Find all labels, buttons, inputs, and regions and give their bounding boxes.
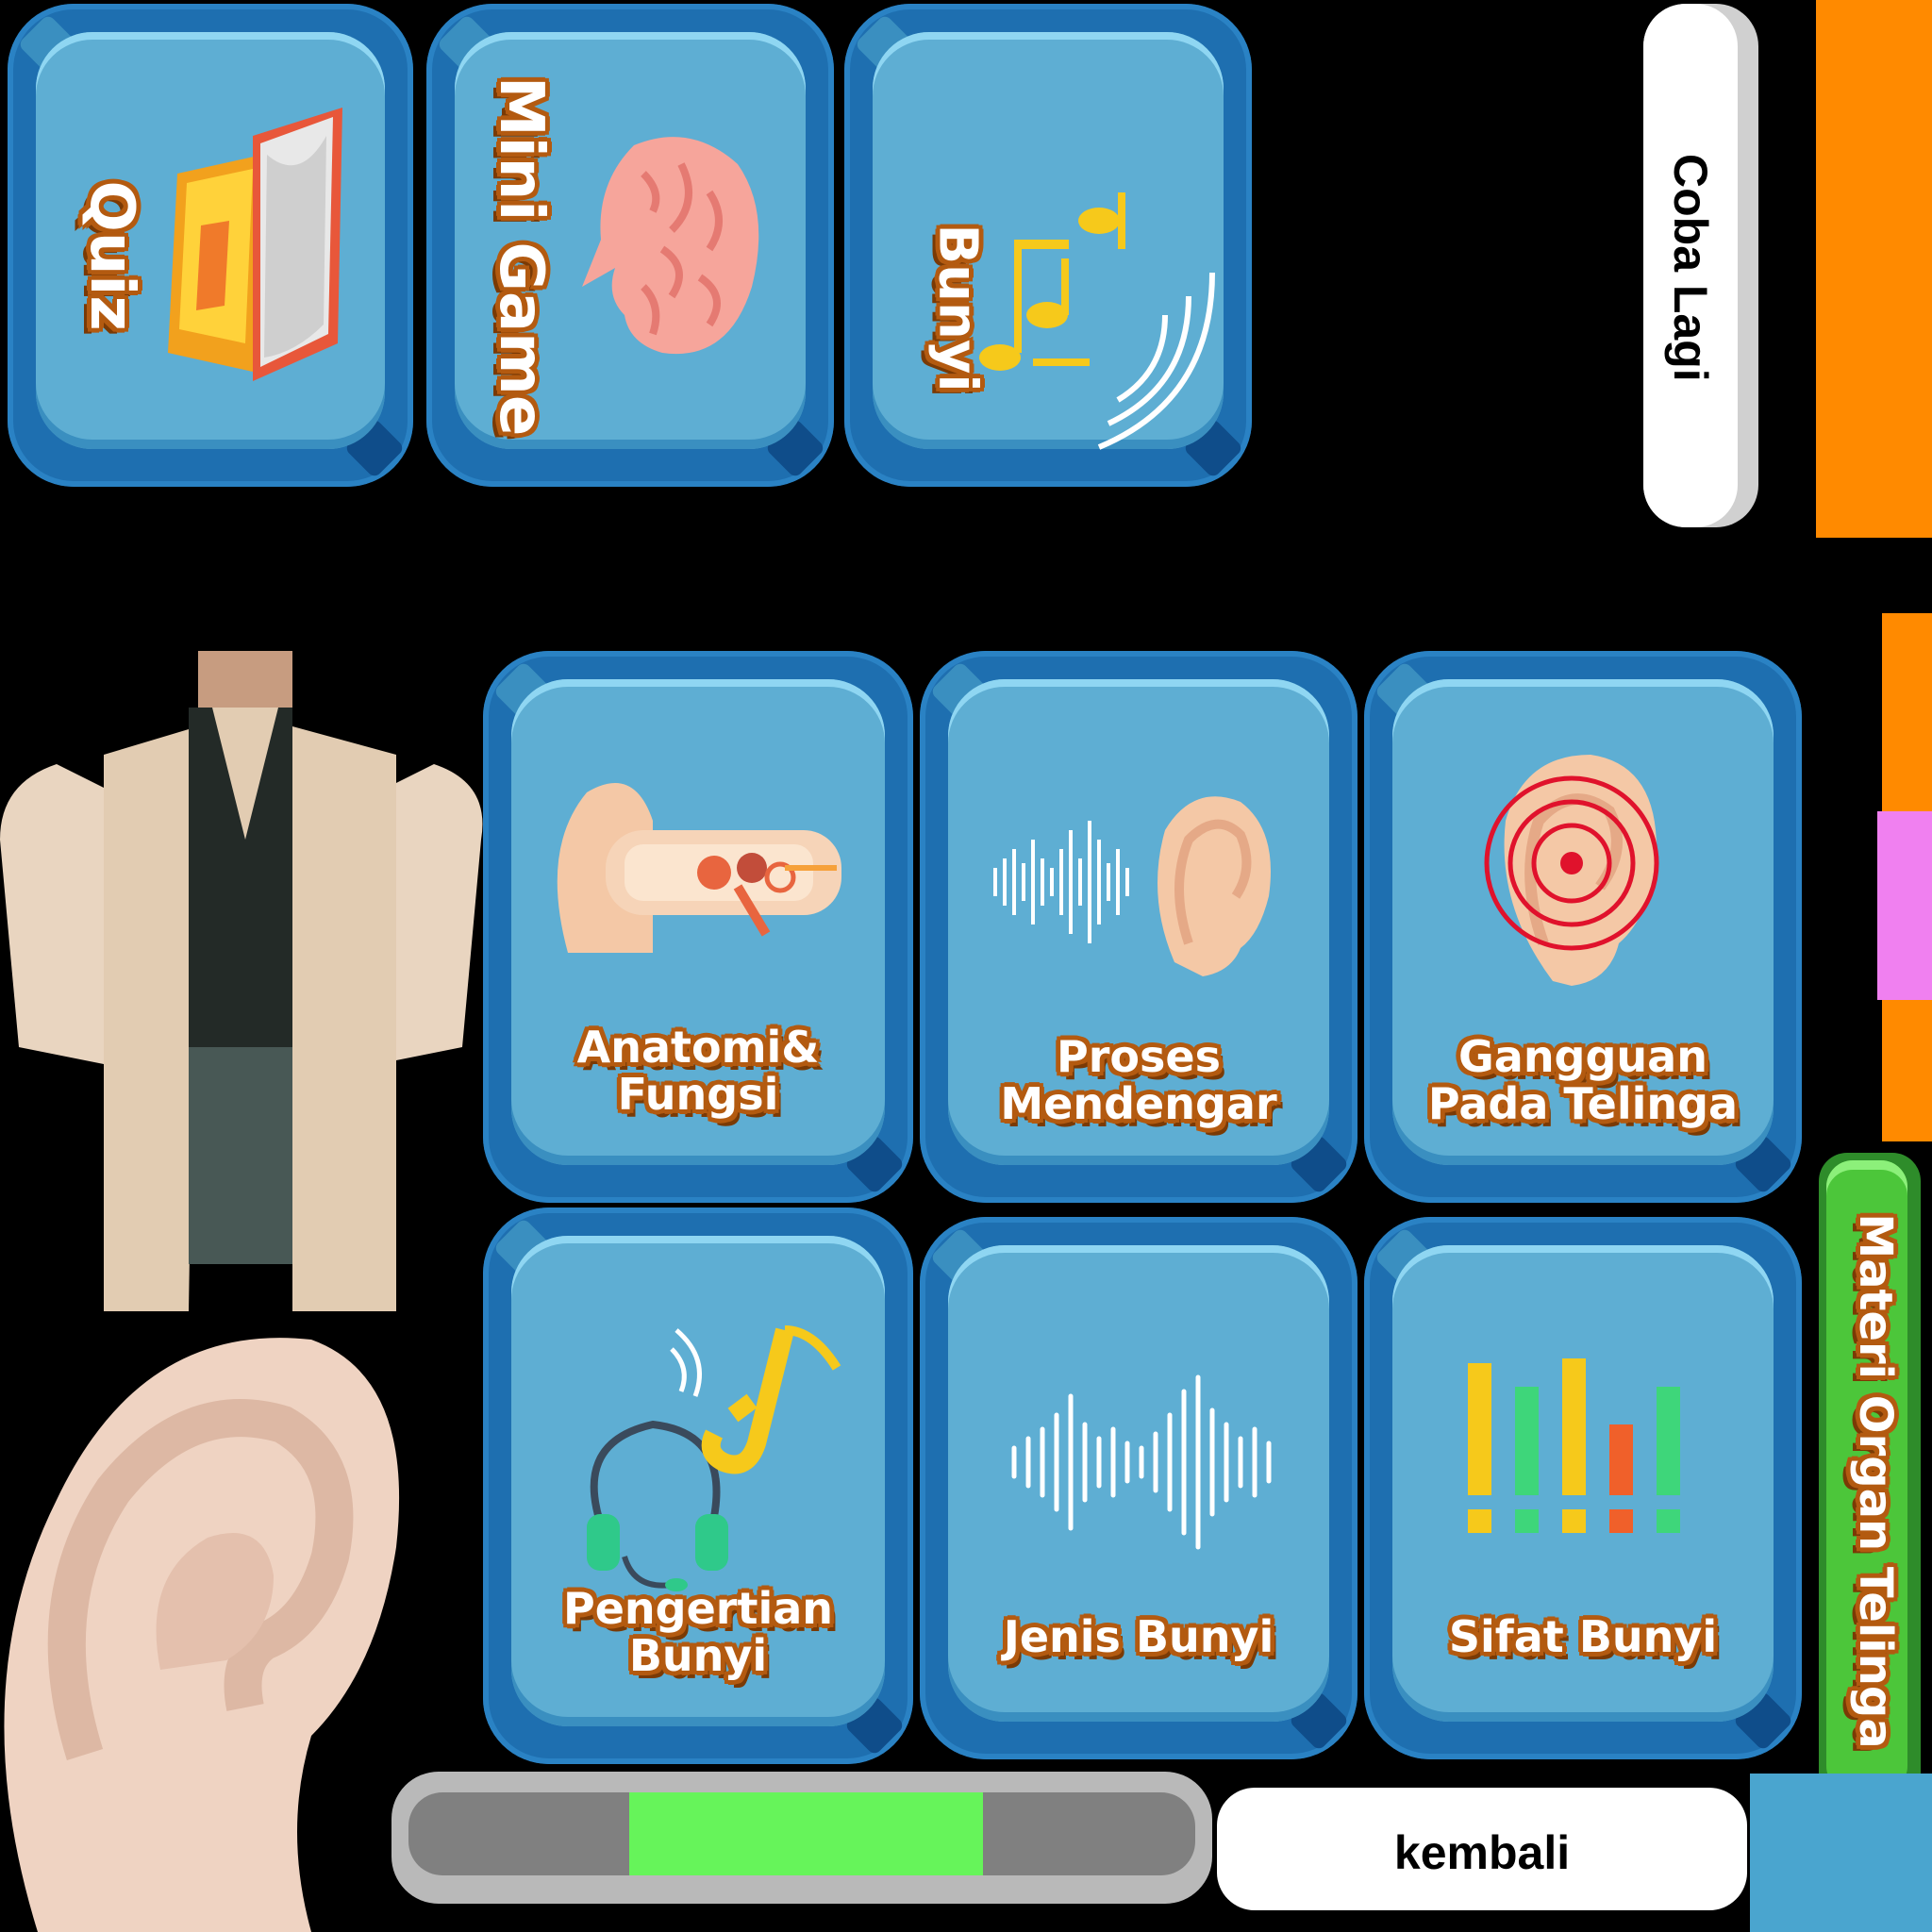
label-line1: Sifat Bunyi xyxy=(1448,1611,1718,1662)
mini-game-label: Mini Game xyxy=(486,76,556,437)
ear-illustration xyxy=(4,1338,400,1932)
mini-game-tile[interactable]: Mini Game xyxy=(426,4,834,487)
soundwave-icon xyxy=(1011,1374,1272,1550)
ear-target-icon xyxy=(1484,755,1659,986)
blue-accent xyxy=(1750,1774,1932,1932)
quiz-label: Quiz xyxy=(76,180,146,331)
bunyi-tile[interactable]: Bunyi xyxy=(844,4,1252,487)
menu-card-anatomi[interactable]: Anatomi& Fungsi xyxy=(483,651,913,1203)
menu-card-label: Jenis Bunyi xyxy=(920,1613,1357,1660)
label-line2: Mendengar xyxy=(1000,1078,1277,1129)
bunyi-label: Bunyi xyxy=(926,224,989,392)
pink-accent xyxy=(1877,811,1932,1000)
progress-bar xyxy=(391,1772,1212,1904)
music-note-icon xyxy=(979,192,1215,450)
menu-card-label: Gangguan Pada Telinga xyxy=(1364,1033,1802,1127)
label-line2: Bunyi xyxy=(628,1630,768,1681)
brain-icon xyxy=(582,137,759,355)
menu-card-pengertian[interactable]: Pengertian Bunyi xyxy=(483,1208,913,1764)
menu-card-label: Pengertian Bunyi xyxy=(483,1585,913,1679)
label-line2: Pada Telinga xyxy=(1427,1078,1739,1129)
book-icon xyxy=(168,108,342,381)
label-line1: Pengertian xyxy=(562,1583,834,1634)
retry-button[interactable]: Coba Lagi xyxy=(1643,4,1758,527)
back-button[interactable]: kembali xyxy=(1217,1788,1747,1910)
label-line1: Anatomi& xyxy=(576,1022,820,1073)
materi-organ-telinga-button[interactable]: Materi Organ Telinga xyxy=(1819,1153,1921,1811)
character-illustration xyxy=(0,651,483,1311)
equalizer-icon xyxy=(1468,1358,1680,1533)
menu-card-gangguan[interactable]: Gangguan Pada Telinga xyxy=(1364,651,1802,1203)
label-line2: Fungsi xyxy=(617,1069,779,1120)
progress-fill xyxy=(629,1792,983,1875)
label-line1: Proses xyxy=(1057,1031,1221,1082)
menu-card-proses[interactable]: Proses Mendengar xyxy=(920,651,1357,1203)
menu-card-jenis[interactable]: Jenis Bunyi xyxy=(920,1217,1357,1759)
menu-card-label: Anatomi& Fungsi xyxy=(483,1024,913,1118)
menu-card-label: Sifat Bunyi xyxy=(1364,1613,1802,1660)
materi-label: Materi Organ Telinga xyxy=(1849,1213,1902,1749)
menu-card-label: Proses Mendengar xyxy=(920,1033,1357,1127)
back-label: kembali xyxy=(1393,1826,1571,1879)
progress-track xyxy=(408,1792,1195,1875)
retry-label: Coba Lagi xyxy=(1664,154,1717,382)
menu-card-sifat[interactable]: Sifat Bunyi xyxy=(1364,1217,1802,1759)
headphones-saxophone-icon xyxy=(587,1325,841,1591)
ear-anatomy-icon xyxy=(557,783,841,953)
label-line1: Gangguan xyxy=(1458,1031,1707,1082)
quiz-tile[interactable]: Quiz xyxy=(8,4,413,487)
ear-soundwave-icon xyxy=(993,796,1271,976)
label-line1: Jenis Bunyi xyxy=(1003,1611,1274,1662)
orange-accent xyxy=(1816,0,1932,538)
